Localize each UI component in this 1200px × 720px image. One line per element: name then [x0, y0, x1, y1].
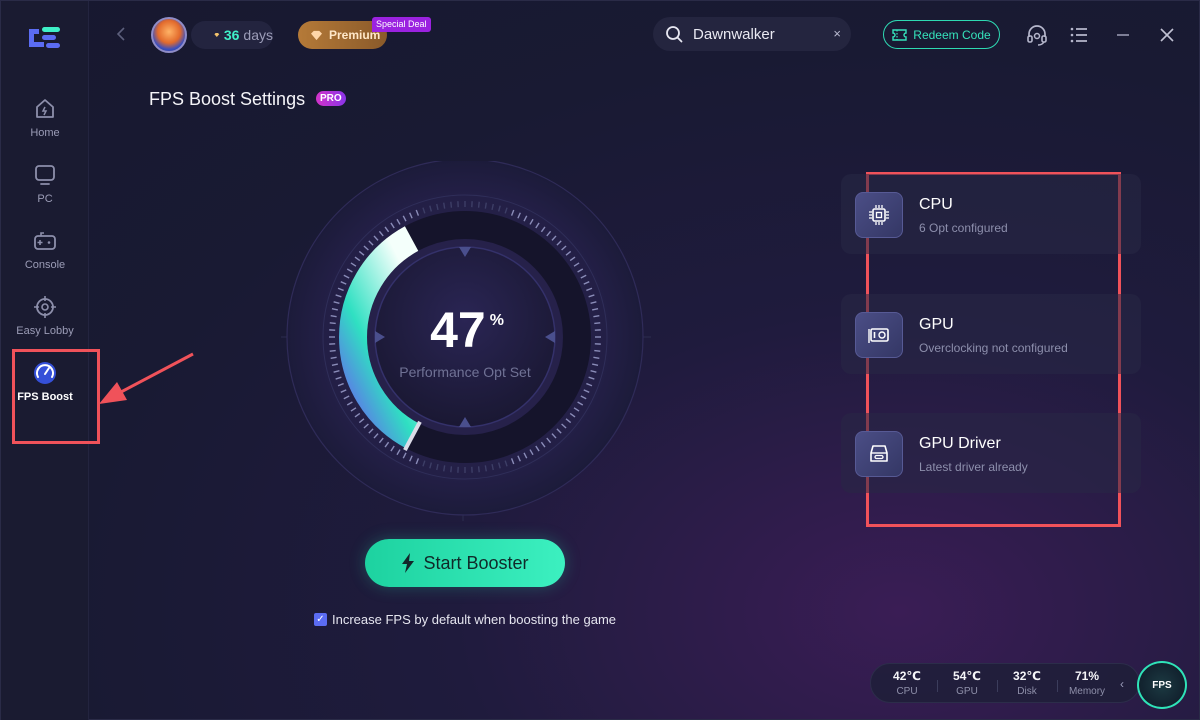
stat-cpu: 42℃ CPU [882, 669, 932, 697]
diamond-icon [311, 30, 322, 40]
special-deal-badge: Special Deal [372, 17, 431, 32]
gauge-tick [593, 315, 600, 318]
sidebar-item-label: Easy Lobby [16, 325, 74, 337]
gamepad-icon [34, 232, 56, 250]
annotation-arrow [99, 352, 194, 404]
gauge-tick [450, 201, 453, 208]
stat-gpu: 54℃ GPU [942, 669, 992, 697]
search-input[interactable] [693, 25, 823, 43]
stat-value: 32℃ [1013, 669, 1041, 683]
sidebar: Home PC Console Easy Lobby FPS Boost [1, 1, 89, 720]
gauge-tick [450, 466, 453, 473]
chevron-left-icon[interactable]: ‹ [1120, 677, 1124, 691]
app-logo [29, 27, 60, 48]
sidebar-item-label: Home [30, 127, 60, 139]
card-title: GPU Driver [919, 435, 1001, 452]
gauge-tick [477, 201, 480, 208]
sidebar-item-label: PC [37, 193, 53, 205]
search-icon [666, 26, 683, 43]
close-icon[interactable] [1155, 23, 1179, 47]
gpu-card[interactable]: GPU Overclocking not configured [841, 294, 1141, 374]
redeem-label: Redeem Code [913, 27, 991, 42]
sidebar-item-fps-boost[interactable]: FPS Boost [1, 361, 89, 421]
stat-label: Disk [1017, 686, 1037, 697]
monitor-icon [35, 165, 55, 185]
pro-badge: PRO [316, 91, 346, 106]
divider [937, 680, 938, 692]
gauge-tick [594, 349, 601, 352]
clear-search-icon[interactable]: × [833, 26, 841, 41]
increase-fps-checkbox[interactable]: ✓ [314, 613, 327, 626]
gauge-tick [594, 322, 601, 325]
gpu-driver-card[interactable]: GPU Driver Latest driver already [841, 413, 1141, 493]
gauge-tick [330, 315, 337, 318]
divider [997, 680, 998, 692]
gauge-value: 47 [430, 302, 486, 358]
card-title: CPU [919, 196, 953, 213]
back-arrow-icon[interactable] [111, 23, 133, 45]
lightning-icon [402, 553, 415, 573]
stat-label: CPU [896, 686, 918, 697]
fps-overlay-button[interactable]: FPS [1137, 661, 1187, 709]
menu-list-icon[interactable] [1067, 23, 1091, 47]
cpu-card[interactable]: CPU 6 Opt configured [841, 174, 1141, 254]
minimize-icon[interactable] [1111, 23, 1135, 47]
gauge-tick [329, 349, 336, 352]
gauge-tick [443, 202, 446, 209]
sidebar-item-easy-lobby[interactable]: Easy Lobby [1, 295, 89, 355]
avatar[interactable] [151, 17, 187, 53]
sidebar-item-home[interactable]: Home [1, 97, 89, 157]
stat-memory: 71% Memory [1062, 669, 1112, 697]
increase-fps-option[interactable]: ✓ Increase FPS by default when boosting … [314, 612, 616, 627]
days-count: 36 [223, 27, 240, 43]
days-unit: days [243, 27, 273, 43]
gauge-unit: % [489, 312, 504, 329]
stat-value: 71% [1074, 669, 1100, 683]
stat-label: Memory [1068, 686, 1106, 697]
gauge-tick [593, 356, 600, 359]
stat-value: 54℃ [953, 669, 981, 683]
start-booster-label: Start Booster [423, 552, 529, 573]
app-window: Home PC Console Easy Lobby FPS Boost 36 … [0, 0, 1200, 720]
gauge-tick [330, 356, 337, 359]
stat-disk: 32℃ Disk [1002, 669, 1052, 697]
gauge-label: Performance Opt Set [399, 364, 531, 380]
start-booster-button[interactable]: Start Booster [365, 539, 565, 587]
card-title: GPU [919, 316, 954, 333]
sidebar-item-label: FPS Boost [17, 391, 73, 403]
gauge-tick [477, 466, 480, 473]
sidebar-item-console[interactable]: Console [1, 229, 89, 289]
stat-label: GPU [956, 686, 978, 697]
divider [1057, 680, 1058, 692]
increase-fps-label: Increase FPS by default when boosting th… [332, 612, 617, 627]
headset-support-icon[interactable] [1025, 23, 1049, 47]
sidebar-item-pc[interactable]: PC [1, 163, 89, 223]
crosshair-icon [34, 296, 56, 318]
page-title: FPS Boost Settings [149, 89, 306, 109]
membership-days[interactable]: 36 days [191, 21, 273, 49]
gauge-tick [484, 465, 487, 472]
driver-icon [855, 431, 903, 477]
ticket-icon [892, 28, 907, 41]
stat-value: 42℃ [893, 669, 921, 683]
cpu-icon [855, 192, 903, 238]
redeem-code-button[interactable]: Redeem Code [883, 20, 1000, 49]
sidebar-item-label: Console [24, 259, 66, 271]
gauge-tick [443, 465, 446, 472]
gpu-icon [855, 312, 903, 358]
search-box[interactable]: × [653, 17, 851, 51]
card-subtitle: 6 Opt configured [919, 221, 1008, 235]
home-icon [36, 99, 54, 118]
gauge-readout: 47% [355, 301, 575, 359]
hardware-stats-bar: 42℃ CPU 54℃ GPU 32℃ Disk 71% Memory [870, 663, 1140, 703]
speedometer-icon [34, 362, 56, 384]
gauge-tick [484, 202, 487, 209]
fps-badge-label: FPS [1152, 679, 1172, 691]
diamond-icon [214, 32, 220, 38]
card-subtitle: Overclocking not configured [919, 341, 1068, 355]
card-subtitle: Latest driver already [919, 460, 1028, 474]
gauge-tick [329, 322, 336, 325]
